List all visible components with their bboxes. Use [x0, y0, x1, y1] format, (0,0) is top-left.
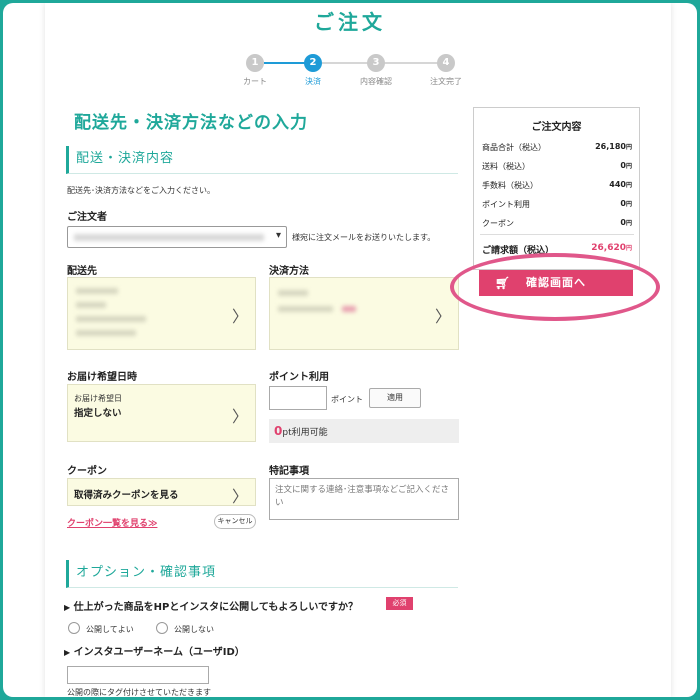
- points-available: 0pt利用可能: [269, 419, 459, 443]
- summary-row-shipping: 送料（税込） 0円: [482, 161, 632, 172]
- delivery-date-card[interactable]: お届け希望日 指定しない 〉: [67, 384, 256, 442]
- payment-method-card[interactable]: 〉: [269, 277, 459, 350]
- triangle-right-icon: ▶: [64, 603, 71, 612]
- points-available-text: pt利用可能: [282, 428, 328, 438]
- summary-row-points: ポイント利用 0円: [482, 199, 632, 210]
- insta-note: 公開の際にタグ付けさせていただきます: [67, 688, 211, 697]
- coupon-label: クーポン: [67, 466, 107, 477]
- points-label: ポイント利用: [269, 372, 329, 383]
- delivery-date-caption: お届け希望日: [74, 394, 122, 403]
- payment-label: 決済方法: [269, 266, 309, 277]
- chevron-right-icon: 〉: [231, 307, 248, 326]
- points-unit: ポイント: [331, 395, 363, 404]
- required-badge: 必須: [386, 597, 413, 610]
- step-label: 内容確認: [360, 77, 392, 86]
- step-label: カート: [243, 77, 267, 86]
- summary-value: 0円: [620, 161, 632, 170]
- chevron-right-icon: 〉: [231, 487, 248, 506]
- step-number: 2: [304, 54, 322, 72]
- radio-publish-no-label: 公開しない: [174, 625, 214, 634]
- triangle-right-icon: ▶: [64, 648, 71, 657]
- radio-publish-yes[interactable]: [68, 622, 80, 634]
- summary-label: クーポン: [482, 219, 514, 228]
- step-confirm: 3 内容確認: [346, 54, 406, 87]
- points-input[interactable]: [269, 386, 327, 410]
- chevron-right-icon: 〉: [231, 407, 248, 426]
- notes-label: 特記事項: [269, 466, 309, 477]
- orderer-note: 様宛に注文メールをお送りいたします。: [292, 233, 436, 242]
- summary-value: 0円: [620, 199, 632, 208]
- page-title: ご注文: [314, 10, 386, 34]
- step-number: 1: [246, 54, 264, 72]
- section-heading-delivery: 配送・決済内容: [66, 146, 458, 174]
- summary-row-subtotal: 商品合計（税込） 26,180円: [482, 142, 632, 153]
- summary-row-fee: 手数料（税込） 440円: [482, 180, 632, 191]
- insta-label: インスタユーザーネーム（ユーザID）: [73, 647, 245, 658]
- summary-value: 26,180円: [595, 142, 632, 151]
- delivery-date-value: 指定しない: [74, 408, 122, 419]
- summary-label: 商品合計（税込）: [482, 143, 546, 152]
- publish-question-text: 仕上がった商品をHPとインスタに公開してもよろしいですか？: [73, 602, 359, 613]
- coupon-cancel-button[interactable]: キャンセル: [214, 514, 256, 529]
- step-label: 注文完了: [430, 77, 462, 86]
- publish-question: ▶ 仕上がった商品をHPとインスタに公開してもよろしいですか？: [64, 598, 358, 613]
- summary-title: ご注文内容: [531, 122, 582, 133]
- instruction-text: 配送先･決済方法などをご入力ください。: [67, 186, 215, 195]
- summary-label: 手数料（税込）: [482, 181, 538, 190]
- owned-coupons-card[interactable]: 取得済みクーポンを見る 〉: [67, 478, 256, 506]
- radio-publish-no[interactable]: [156, 622, 168, 634]
- step-number: 3: [367, 54, 385, 72]
- apply-points-button[interactable]: 適用: [369, 388, 421, 408]
- summary-value: 0円: [620, 218, 632, 227]
- insta-question: ▶ インスタユーザーネーム（ユーザID）: [64, 643, 245, 658]
- insta-username-input[interactable]: [67, 666, 209, 684]
- highlight-ellipse: [450, 253, 660, 321]
- step-label: 決済: [305, 77, 321, 86]
- summary-total-value: 26,620円: [591, 243, 632, 253]
- summary-label: ポイント利用: [482, 200, 530, 209]
- orderer-label: ご注文者: [67, 212, 107, 223]
- step-payment: 2 決済: [283, 54, 343, 87]
- notes-textarea[interactable]: 注文に関する連絡･注意事項などご記入ください: [269, 478, 459, 520]
- summary-row-coupon: クーポン 0円: [482, 218, 632, 229]
- summary-label: 送料（税込）: [482, 162, 530, 171]
- summary-value: 440円: [609, 180, 632, 189]
- chevron-right-icon: 〉: [434, 307, 451, 326]
- shipping-address-card[interactable]: 〉: [67, 277, 256, 350]
- shipping-label: 配送先: [67, 266, 97, 277]
- main-heading: 配送先・決済方法などの入力: [74, 113, 308, 133]
- step-complete: 4 注文完了: [416, 54, 476, 87]
- order-summary-box: ご注文内容 商品合計（税込） 26,180円 送料（税込） 0円 手数料（税込）…: [473, 107, 640, 270]
- summary-divider: [480, 234, 634, 235]
- delivery-time-label: お届け希望日時: [67, 372, 137, 383]
- blurred-value: [74, 234, 264, 241]
- step-cart: 1 カート: [225, 54, 285, 87]
- radio-publish-yes-label: 公開してよい: [86, 625, 134, 634]
- coupon-list-link[interactable]: クーポン一覧を見る≫: [67, 516, 157, 529]
- owned-coupons-text: 取得済みクーポンを見る: [74, 490, 179, 501]
- step-number: 4: [437, 54, 455, 72]
- caret-down-icon: ▾: [275, 230, 281, 241]
- section-heading-options: オプション・確認事項: [66, 560, 458, 588]
- orderer-select[interactable]: ▾: [67, 226, 287, 248]
